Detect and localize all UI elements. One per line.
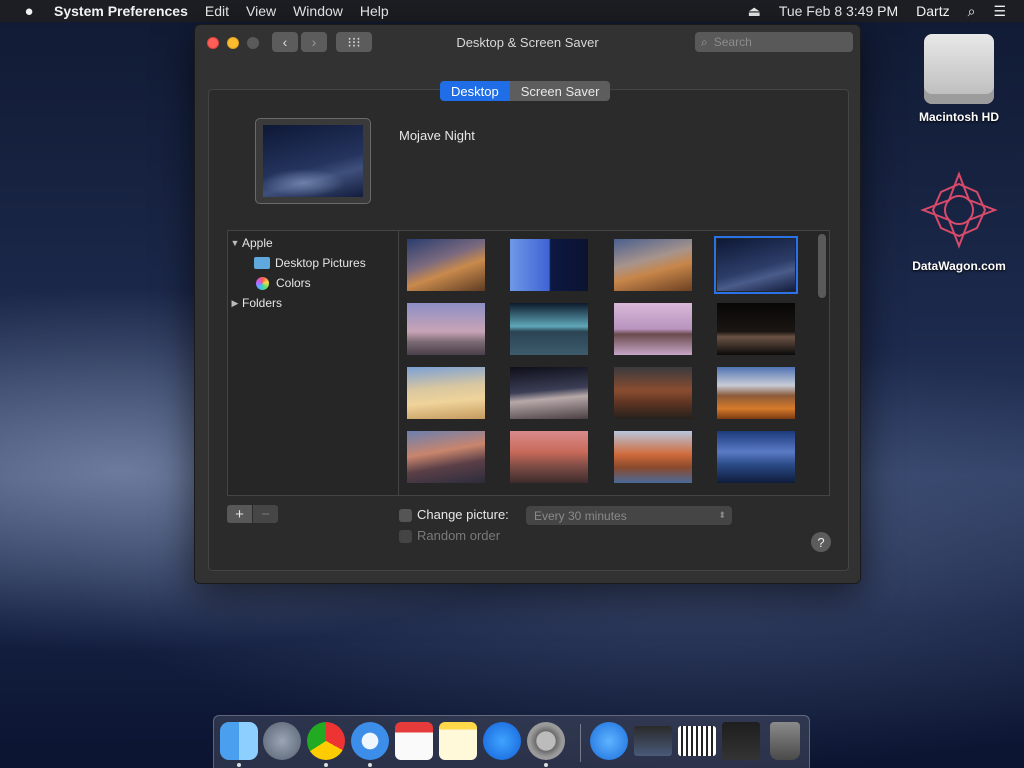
wallpaper-thumbnail-selected[interactable] <box>714 236 798 294</box>
document-thumbnail-icon[interactable] <box>678 726 716 756</box>
tab-desktop[interactable]: Desktop <box>440 81 510 101</box>
add-remove-buttons: + − <box>227 505 278 523</box>
calendar-icon[interactable] <box>395 722 433 760</box>
hard-drive-icon <box>924 34 994 104</box>
chrome-icon[interactable] <box>307 722 345 760</box>
datawagon-logo-icon <box>920 171 998 249</box>
wallpaper-thumbnail[interactable] <box>407 431 485 483</box>
random-order-label: Random order <box>417 528 501 543</box>
current-picture-name: Mojave Night <box>399 128 475 143</box>
menu-edit[interactable]: Edit <box>205 3 229 19</box>
random-order-checkbox[interactable] <box>399 530 412 543</box>
change-picture-checkbox[interactable] <box>399 509 412 522</box>
launchpad-icon[interactable] <box>263 722 301 760</box>
downloads-stack-icon[interactable] <box>722 722 760 760</box>
running-indicator <box>368 763 372 767</box>
chevron-up-down-icon: ⬍ <box>718 510 726 520</box>
tab-control: Desktop Screen Saver <box>440 81 611 101</box>
source-desktop-pictures[interactable]: Desktop Pictures <box>228 253 398 273</box>
change-picture-label: Change picture: <box>417 507 509 522</box>
eject-icon[interactable]: ⏏ <box>748 3 761 20</box>
wallpaper-thumbnail[interactable] <box>614 303 692 355</box>
tab-screen-saver[interactable]: Screen Saver <box>509 81 611 101</box>
source-folders-label: Folders <box>242 296 283 310</box>
wallpaper-grid <box>399 230 830 496</box>
wallpaper-thumbnail[interactable] <box>407 367 485 419</box>
wallpaper-thumbnail[interactable] <box>510 431 588 483</box>
wallpaper-thumbnail[interactable] <box>510 303 588 355</box>
finder-icon[interactable] <box>220 722 258 760</box>
wallpaper-thumbnail[interactable] <box>614 367 692 419</box>
menu-view[interactable]: View <box>246 3 276 19</box>
notification-center-icon[interactable]: ☰ <box>993 3 1006 20</box>
wallpaper-thumbnail[interactable] <box>407 303 485 355</box>
menu-help[interactable]: Help <box>360 3 389 19</box>
trash-icon[interactable] <box>770 722 800 760</box>
source-colors-label: Colors <box>276 276 311 290</box>
preview-image <box>263 125 363 197</box>
search-input[interactable] <box>711 34 836 50</box>
interval-dropdown[interactable]: Every 30 minutes ⬍ <box>526 506 732 525</box>
folder-icon <box>254 257 270 269</box>
menu-bar-status: ⏏ Tue Feb 8 3:49 PM Dartz ⌕ ☰ <box>748 3 1024 20</box>
app-store-icon[interactable] <box>483 722 521 760</box>
help-button[interactable]: ? <box>811 532 831 552</box>
wallpaper-thumbnail[interactable] <box>717 367 795 419</box>
wallpaper-thumbnail[interactable] <box>717 303 795 355</box>
source-desktop-pictures-label: Desktop Pictures <box>275 256 366 270</box>
clock[interactable]: Tue Feb 8 3:49 PM <box>779 3 898 19</box>
source-apple[interactable]: ▼ Apple <box>228 233 398 253</box>
menu-window[interactable]: Window <box>293 3 343 19</box>
apple-menu-icon[interactable]: ● <box>19 3 39 20</box>
wallpaper-thumbnail[interactable] <box>510 239 588 291</box>
search-icon: ⌕ <box>701 34 708 49</box>
window-thumbnail-icon[interactable] <box>634 726 672 756</box>
source-folders[interactable]: ▶ Folders <box>228 293 398 313</box>
add-folder-button[interactable]: + <box>227 505 252 523</box>
notes-icon[interactable] <box>439 722 477 760</box>
dock-divider <box>580 724 581 762</box>
wallpaper-thumbnail[interactable] <box>614 239 692 291</box>
spotlight-search-icon[interactable]: ⌕ <box>968 3 976 20</box>
desktop-icon-macintosh-hd[interactable]: Macintosh HD <box>905 34 1013 124</box>
running-indicator <box>544 763 548 767</box>
desktop-icon-label: Macintosh HD <box>918 110 999 124</box>
wallpaper-thumbnail[interactable] <box>614 431 692 483</box>
wallpaper-thumbnail[interactable] <box>510 367 588 419</box>
user-name[interactable]: Dartz <box>916 3 949 19</box>
search-box[interactable]: ⌕ <box>695 32 853 52</box>
desktop-icon-label: DataWagon.com <box>912 259 1006 273</box>
remove-folder-button[interactable]: − <box>253 505 278 523</box>
wallpaper-thumbnail[interactable] <box>407 239 485 291</box>
desktop-icon-datawagon[interactable]: DataWagon.com <box>900 170 1018 273</box>
running-indicator <box>237 763 241 767</box>
dock <box>213 715 810 768</box>
menu-app-name[interactable]: System Preferences <box>54 3 188 19</box>
source-list: ▼ Apple Desktop Pictures Colors ▶ Folder… <box>227 230 399 496</box>
app-store-downloads-icon[interactable] <box>590 722 628 760</box>
current-picture-preview <box>255 118 371 204</box>
system-preferences-icon[interactable] <box>527 722 565 760</box>
disclosure-closed-icon[interactable]: ▶ <box>228 298 242 309</box>
source-colors[interactable]: Colors <box>228 273 398 293</box>
interval-value: Every 30 minutes <box>534 508 627 523</box>
desktop-screen-saver-window: ‹ › ⁝⁝⁝ Desktop & Screen Saver ⌕ Desktop… <box>194 24 861 584</box>
menu-bar: ● System Preferences Edit View Window He… <box>0 0 1024 22</box>
title-bar: ‹ › ⁝⁝⁝ Desktop & Screen Saver ⌕ <box>195 25 860 61</box>
grid-scrollbar[interactable] <box>818 234 826 298</box>
wallpaper-thumbnail[interactable] <box>717 431 795 483</box>
running-indicator <box>324 763 328 767</box>
disclosure-open-icon[interactable]: ▼ <box>228 238 242 248</box>
color-wheel-icon <box>256 276 269 290</box>
safari-icon[interactable] <box>351 722 389 760</box>
source-apple-label: Apple <box>242 236 273 250</box>
